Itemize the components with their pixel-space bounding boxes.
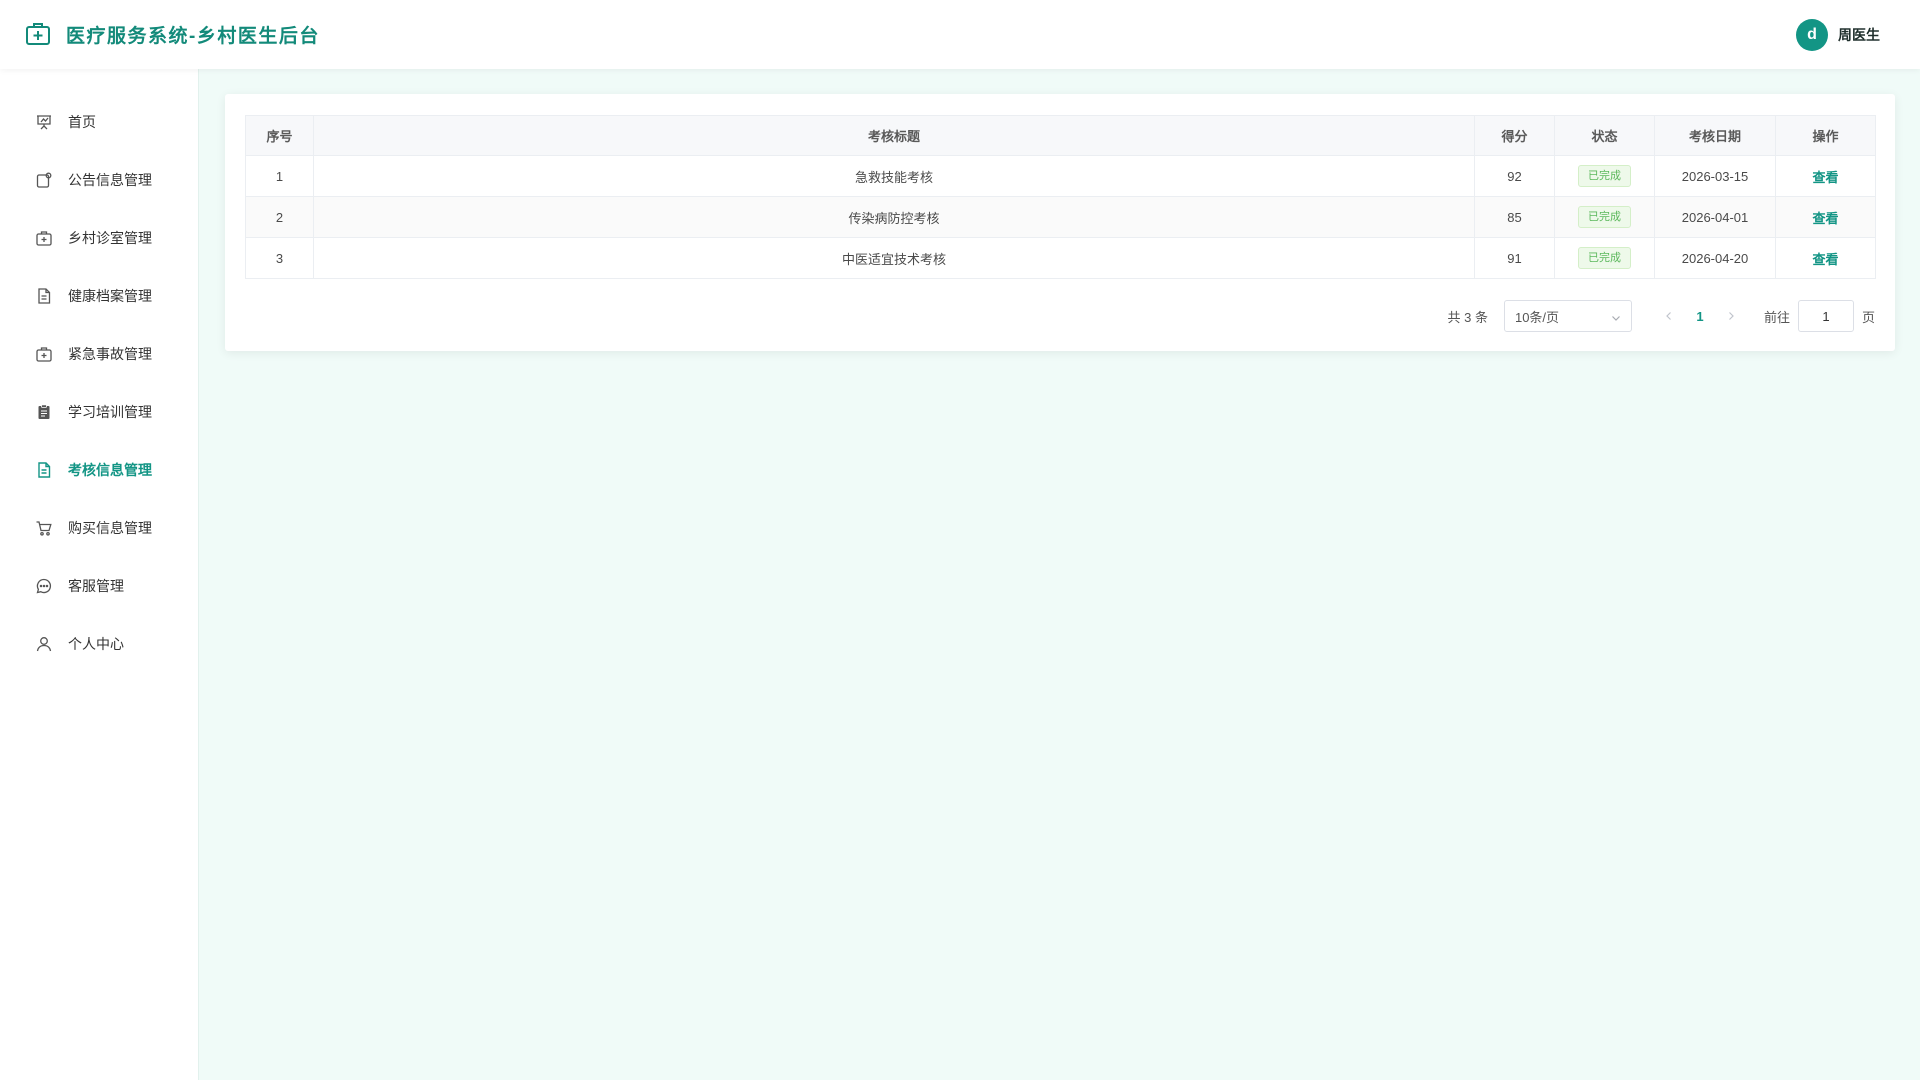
brand: 医疗服务系统-乡村医生后台 — [24, 18, 320, 50]
table-row: 1 急救技能考核 92 已完成 2026-03-15 查看 — [245, 155, 1876, 197]
first-aid-icon — [35, 345, 53, 363]
pagination-total: 共 3 条 — [1447, 309, 1488, 325]
user-name[interactable]: 周医生 — [1838, 25, 1880, 45]
user-menu[interactable]: d 周医生 — [1796, 19, 1880, 51]
cell-title: 中医适宜技术考核 — [313, 237, 1475, 279]
clipboard-icon — [35, 403, 53, 421]
sidebar-item-label: 个人中心 — [68, 636, 124, 652]
cell-action: 查看 — [1775, 196, 1876, 238]
presentation-icon — [35, 113, 53, 131]
table-row: 2 传染病防控考核 85 已完成 2026-04-01 查看 — [245, 196, 1876, 238]
sidebar-item-home[interactable]: 首页 — [0, 93, 198, 151]
chevron-left-icon — [1666, 312, 1671, 320]
view-button[interactable]: 查看 — [1812, 211, 1838, 226]
sidebar-item-label: 公告信息管理 — [68, 172, 152, 188]
status-badge: 已完成 — [1578, 206, 1631, 228]
top-header: 医疗服务系统-乡村医生后台 d 周医生 — [0, 0, 1920, 69]
cell-status: 已完成 — [1554, 237, 1655, 279]
cell-score: 91 — [1474, 237, 1555, 279]
table-row: 3 中医适宜技术考核 91 已完成 2026-04-20 查看 — [245, 237, 1876, 279]
column-header-index: 序号 — [245, 115, 314, 156]
sidebar-item-health-records[interactable]: 健康档案管理 — [0, 267, 198, 325]
page-suffix-label: 页 — [1861, 309, 1875, 325]
view-button[interactable]: 查看 — [1812, 252, 1838, 267]
notice-icon — [35, 171, 53, 189]
sidebar-item-label: 首页 — [68, 114, 96, 130]
cell-title: 急救技能考核 — [313, 155, 1475, 197]
sidebar-item-purchase[interactable]: 购买信息管理 — [0, 499, 198, 557]
page-number-current[interactable]: 1 — [1690, 309, 1710, 324]
cell-date: 2026-03-15 — [1654, 155, 1776, 197]
column-header-action: 操作 — [1775, 115, 1876, 156]
status-badge: 已完成 — [1578, 247, 1631, 269]
document-icon — [35, 287, 53, 305]
app-title: 医疗服务系统-乡村医生后台 — [66, 25, 320, 47]
assessment-card: 序号 考核标题 得分 状态 考核日期 操作 1 急救技能考核 92 已完成 20… — [225, 94, 1895, 351]
sidebar-item-emergency[interactable]: 紧急事故管理 — [0, 325, 198, 383]
cell-title: 传染病防控考核 — [313, 196, 1475, 238]
cell-status: 已完成 — [1554, 196, 1655, 238]
sidebar-menu: 首页 公告信息管理 乡村诊室管理 健康档案管理 紧急事故管理 学习培训管理 考核… — [0, 69, 198, 673]
document-icon — [35, 461, 53, 479]
column-header-status: 状态 — [1554, 115, 1655, 156]
assessment-table: 序号 考核标题 得分 状态 考核日期 操作 1 急救技能考核 92 已完成 20… — [245, 115, 1876, 279]
sidebar-item-assessment[interactable]: 考核信息管理 — [0, 441, 198, 499]
next-page-button[interactable] — [1720, 305, 1742, 327]
cell-index: 2 — [245, 196, 314, 238]
cell-index: 1 — [245, 155, 314, 197]
status-badge: 已完成 — [1578, 165, 1631, 187]
cell-score: 85 — [1474, 196, 1555, 238]
sidebar-item-training[interactable]: 学习培训管理 — [0, 383, 198, 441]
goto-label: 前往 — [1763, 309, 1790, 325]
cell-index: 3 — [245, 237, 314, 279]
sidebar-item-label: 紧急事故管理 — [68, 346, 152, 362]
sidebar-item-label: 学习培训管理 — [68, 404, 152, 420]
cell-status: 已完成 — [1554, 155, 1655, 197]
chat-icon — [35, 577, 53, 595]
sidebar-item-label: 健康档案管理 — [68, 288, 152, 304]
column-header-score: 得分 — [1474, 115, 1555, 156]
table-header-row: 序号 考核标题 得分 状态 考核日期 操作 — [245, 115, 1876, 156]
chevron-right-icon — [1729, 312, 1734, 320]
sidebar-item-label: 考核信息管理 — [68, 462, 152, 478]
cell-action: 查看 — [1775, 155, 1876, 197]
view-button[interactable]: 查看 — [1812, 170, 1838, 185]
sidebar-item-clinic[interactable]: 乡村诊室管理 — [0, 209, 198, 267]
column-header-date: 考核日期 — [1654, 115, 1776, 156]
sidebar-item-notice[interactable]: 公告信息管理 — [0, 151, 198, 209]
cell-date: 2026-04-01 — [1654, 196, 1776, 238]
medical-kit-icon — [35, 229, 53, 247]
sidebar-item-label: 购买信息管理 — [68, 520, 152, 536]
cart-icon — [35, 519, 53, 537]
pagination: 共 3 条 10条/页 1 前往 页 — [1447, 300, 1875, 332]
sidebar-item-profile[interactable]: 个人中心 — [0, 615, 198, 673]
prev-page-button[interactable] — [1658, 305, 1680, 327]
sidebar-item-label: 乡村诊室管理 — [68, 230, 152, 246]
column-header-title: 考核标题 — [313, 115, 1475, 156]
page-size-value: 10条/页 — [1514, 309, 1560, 325]
page-size-select[interactable]: 10条/页 — [1503, 300, 1632, 332]
cell-score: 92 — [1474, 155, 1555, 197]
user-icon — [35, 635, 53, 653]
goto-page-input[interactable] — [1797, 300, 1854, 332]
sidebar-item-customer-service[interactable]: 客服管理 — [0, 557, 198, 615]
chevron-down-icon — [1611, 311, 1621, 321]
cell-date: 2026-04-20 — [1654, 237, 1776, 279]
sidebar: 首页 公告信息管理 乡村诊室管理 健康档案管理 紧急事故管理 学习培训管理 考核… — [0, 69, 199, 1080]
medical-kit-icon — [24, 20, 52, 48]
cell-action: 查看 — [1775, 237, 1876, 279]
sidebar-item-label: 客服管理 — [68, 578, 124, 594]
avatar[interactable]: d — [1796, 19, 1828, 51]
